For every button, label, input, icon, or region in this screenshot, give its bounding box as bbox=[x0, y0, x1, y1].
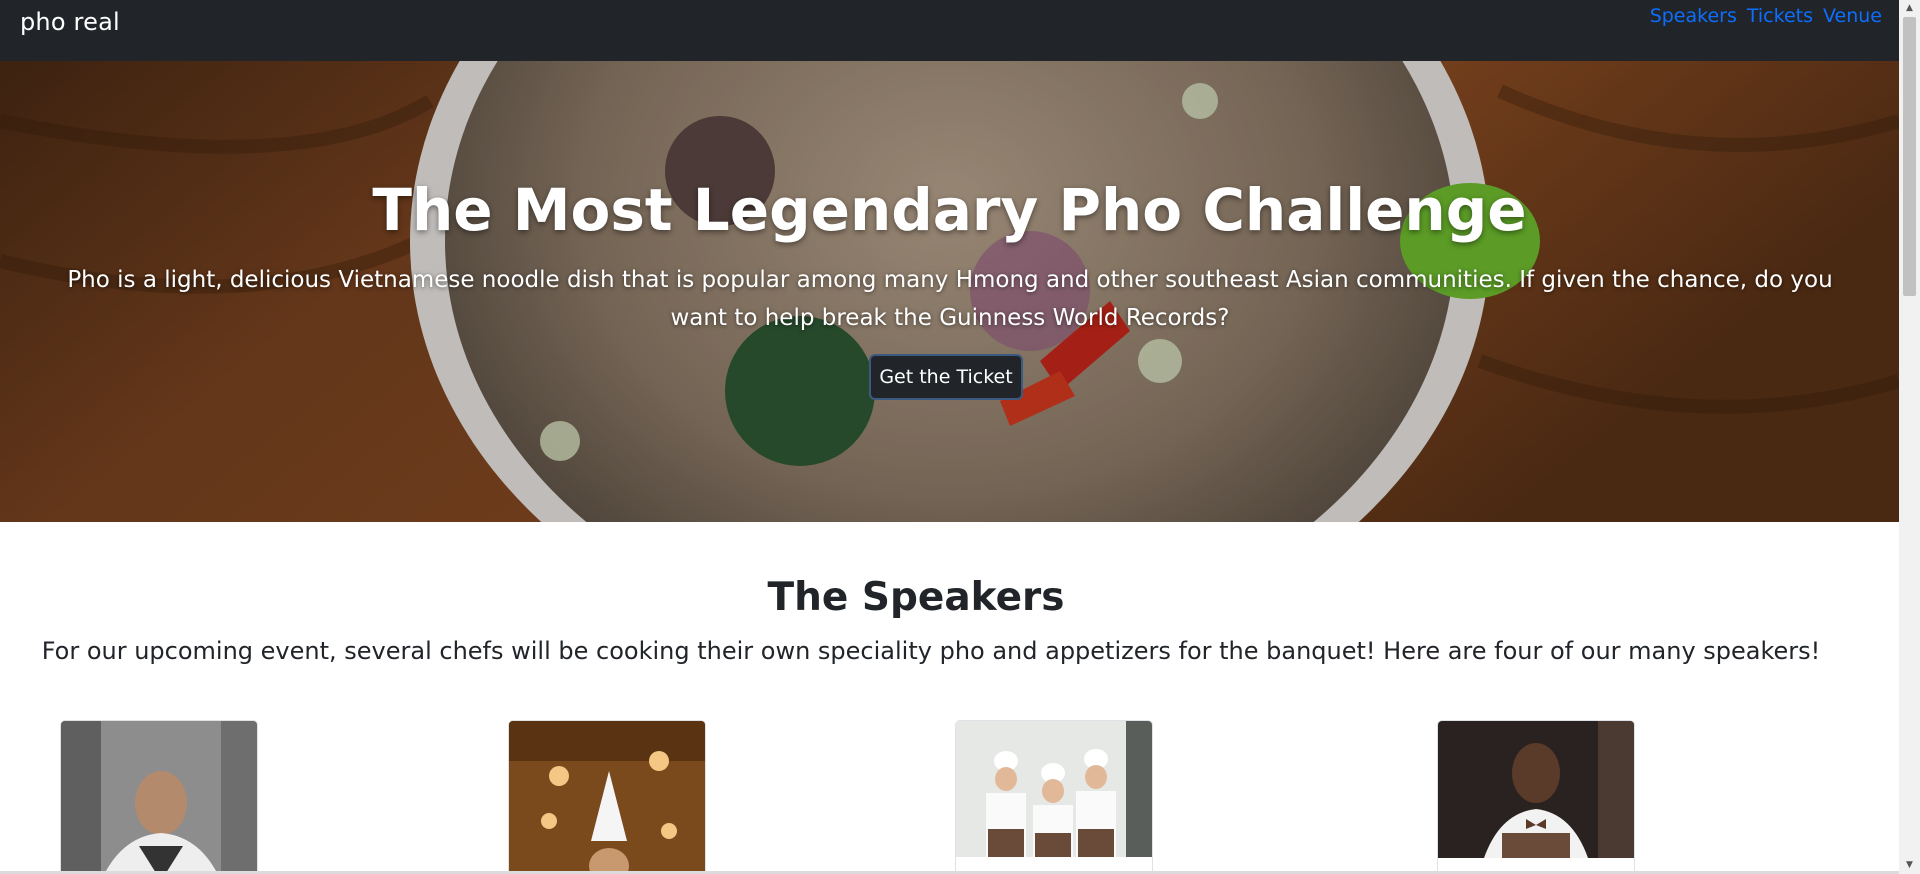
speaker-photo bbox=[1438, 721, 1634, 874]
speaker-photo bbox=[956, 721, 1152, 874]
nav-link-speakers[interactable]: Speakers bbox=[1650, 5, 1737, 27]
scroll-down-arrow-icon[interactable]: ▼ bbox=[1899, 857, 1920, 874]
get-ticket-button[interactable]: Get the Ticket bbox=[869, 354, 1023, 400]
nav-link-tickets[interactable]: Tickets bbox=[1747, 5, 1813, 27]
scrollbar-thumb[interactable] bbox=[1903, 17, 1916, 296]
speakers-description: For our upcoming event, several chefs wi… bbox=[41, 637, 1821, 665]
navbar: pho real Speakers Tickets Venue bbox=[0, 0, 1899, 61]
speakers-title: The Speakers bbox=[767, 575, 1065, 620]
page: pho real Speakers Tickets Venue The Most… bbox=[0, 0, 1899, 874]
nav-link-venue[interactable]: Venue bbox=[1823, 5, 1882, 27]
speaker-card[interactable] bbox=[1437, 720, 1635, 874]
speaker-card[interactable] bbox=[955, 720, 1153, 874]
speaker-card[interactable] bbox=[60, 720, 258, 874]
vertical-scrollbar[interactable]: ▲ ▼ bbox=[1899, 0, 1920, 874]
speaker-photo bbox=[509, 721, 705, 874]
nav-links: Speakers Tickets Venue bbox=[1650, 5, 1882, 27]
hero-section: The Most Legendary Pho Challenge Pho is … bbox=[0, 61, 1899, 522]
scroll-up-arrow-icon[interactable]: ▲ bbox=[1899, 0, 1920, 17]
speaker-card[interactable] bbox=[508, 720, 706, 874]
hero-description: Pho is a light, delicious Vietnamese noo… bbox=[67, 267, 1833, 331]
brand-link[interactable]: pho real bbox=[20, 8, 120, 36]
speaker-photo bbox=[61, 721, 257, 874]
hero-title: The Most Legendary Pho Challenge bbox=[372, 176, 1527, 244]
